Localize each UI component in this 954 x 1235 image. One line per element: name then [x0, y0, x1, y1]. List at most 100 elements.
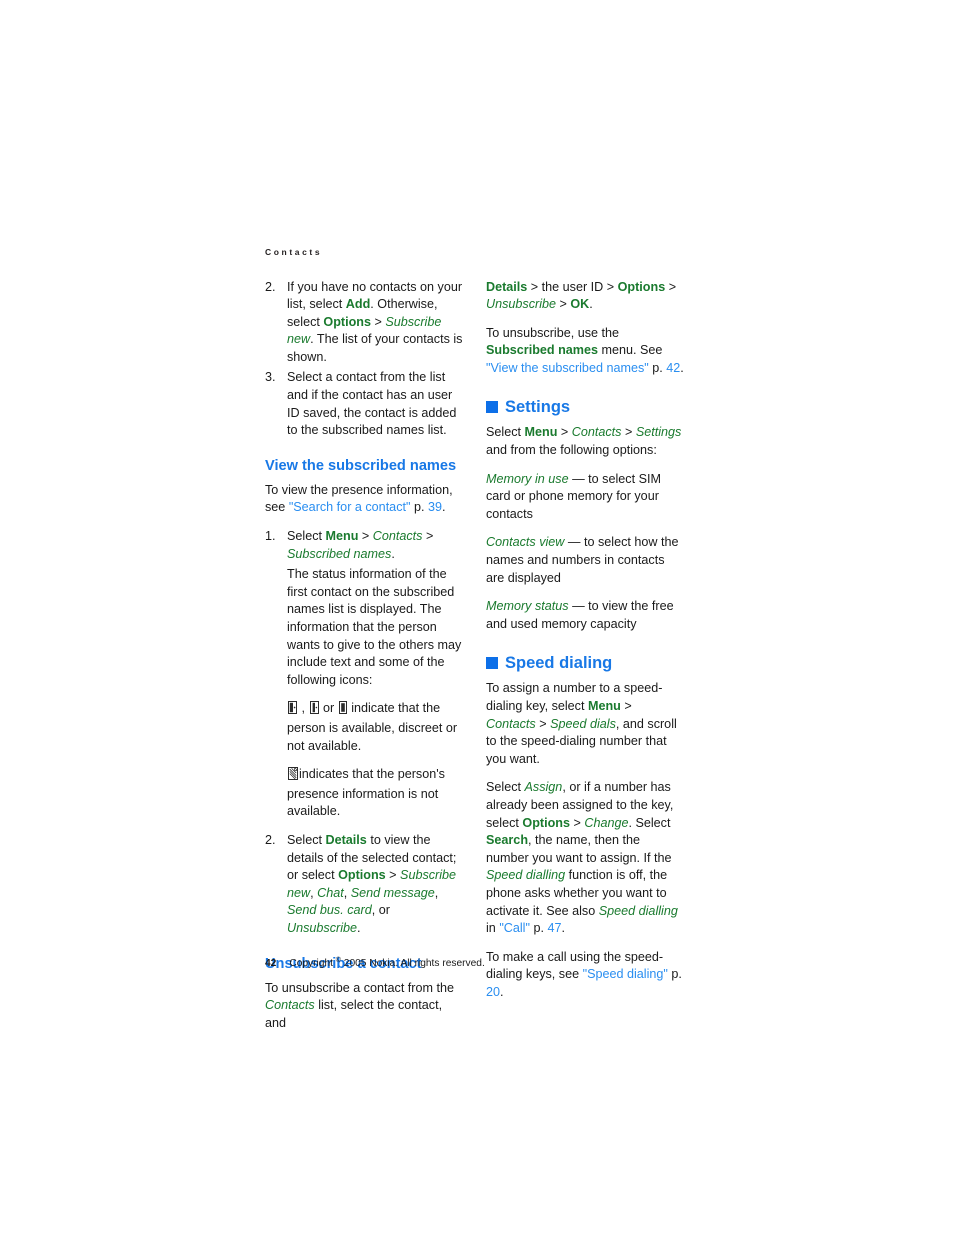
steps-list-details: 2. Select Details to view the details of… — [265, 832, 463, 938]
inline-bold: Subscribed names — [486, 343, 598, 358]
inline-bold: OK — [570, 297, 590, 312]
continuation-paragraph: Details > the user ID > Options > Unsubs… — [486, 279, 677, 312]
inline-link[interactable]: "Search for a contact" — [289, 500, 411, 514]
list-item: 2. Select Details to view the details of… — [265, 832, 463, 938]
inline-bold: Menu — [524, 425, 558, 440]
list-item: 2. If you have no contacts on your list,… — [265, 279, 463, 367]
inline-link[interactable]: "Call" — [499, 921, 530, 935]
inline-bold: Add — [345, 297, 371, 312]
inline-italic: Contacts — [486, 716, 536, 731]
inline-bold: Details — [486, 279, 528, 294]
list-item-text: Select Details to view the details of th… — [287, 832, 457, 935]
list-item-text: Select Menu > Contacts > Subscribed name… — [287, 529, 434, 561]
inline-italic: Speed dialling — [598, 903, 678, 918]
inline-bold: Details — [325, 832, 367, 847]
presence-unknown-icon — [288, 766, 299, 786]
two-column-body: 2. If you have no contacts on your list,… — [265, 279, 685, 1033]
inline-italic: Change — [584, 815, 629, 830]
icon-separator-1: , — [298, 701, 309, 716]
presence-icons-line-2: indicates that the person's presence inf… — [265, 766, 463, 821]
inline-italic: Contacts — [571, 425, 622, 440]
inline-italic: Send bus. card — [287, 903, 372, 918]
inline-bold: Options — [323, 314, 371, 329]
document-page: Contacts 2. If you have no contacts on y… — [265, 248, 685, 1032]
inline-gt: > — [556, 297, 571, 312]
icon-separator-2: or — [319, 701, 338, 716]
speed-dialing-paragraph-2: Select Assign, or if a number has alread… — [486, 780, 678, 936]
view-intro-paragraph: To view the presence information, see "S… — [265, 482, 453, 515]
inline-italic: Contacts view — [486, 535, 565, 550]
inline-italic: Send message — [350, 885, 435, 900]
inline-italic: Chat — [317, 885, 344, 900]
inline-gt: > — [358, 529, 373, 544]
heading-speed-dialing-label: Speed dialing — [505, 654, 613, 673]
inline-gt: > — [370, 314, 386, 329]
inline-gt: > — [665, 279, 677, 294]
list-item-number: 2. — [265, 279, 276, 294]
settings-option-memory-in-use: Memory in use — to select SIM card or ph… — [486, 471, 661, 521]
square-bullet-icon — [486, 657, 498, 670]
speed-dialing-paragraph-3: To make a call using the speed-dialing k… — [486, 949, 682, 999]
inline-italic: Memory status — [486, 599, 569, 614]
heading-speed-dialing: Speed dialing — [486, 653, 684, 673]
inline-gt: > — [569, 815, 585, 830]
list-item: 3. Select a contact from the list and if… — [265, 369, 463, 439]
unsubscribe-note-paragraph: To unsubscribe, use the Subscribed names… — [486, 325, 684, 375]
presence-not-available-icon — [338, 701, 347, 720]
list-item: 1. Select Menu > Contacts > Subscribed n… — [265, 528, 463, 563]
heading-view-subscribed-names: View the subscribed names — [265, 457, 457, 474]
inline-italic: Assign — [524, 780, 563, 795]
heading-settings-label: Settings — [505, 398, 571, 417]
footer-copyright-pre: Copyright — [289, 958, 336, 969]
inline-gt: > — [557, 425, 572, 440]
inline-italic: Speed dialling — [486, 868, 566, 883]
inline-italic: Speed dials — [550, 716, 616, 731]
heading-settings: Settings — [486, 397, 684, 417]
square-bullet-icon — [486, 401, 498, 414]
unsubscribe-body-paragraph: To unsubscribe a contact from the Contac… — [265, 980, 455, 1030]
right-column: Details > the user ID > Options > Unsubs… — [486, 279, 684, 1002]
inline-page[interactable]: 42 — [666, 361, 680, 375]
inline-bold: Options — [522, 815, 570, 830]
inline-bold: Menu — [587, 699, 621, 713]
speed-dialing-paragraph-1: To assign a number to a speed-dialing ke… — [486, 681, 677, 766]
inline-page[interactable]: 39 — [428, 500, 442, 514]
inline-link[interactable]: "View the subscribed names" — [486, 361, 649, 375]
inline-italic: Unsubscribe — [486, 297, 556, 312]
inline-italic: Unsubscribe — [287, 920, 357, 935]
inline-gt: > — [385, 868, 401, 883]
inline-italic: Contacts — [372, 529, 423, 544]
icon-line-2-text: indicates that the person's presence inf… — [287, 767, 445, 819]
settings-option-memory-status: Memory status — to view the free and use… — [486, 599, 674, 631]
inline-gt: > — [535, 716, 551, 731]
page-footer: 42 Copyright © 2005 Nokia. All rights res… — [265, 957, 485, 969]
inline-bold: Options — [617, 279, 666, 294]
inline-gt: > — [621, 425, 636, 440]
list-item-number: 1. — [265, 529, 276, 544]
step1-body-paragraph: The status information of the first cont… — [287, 567, 462, 687]
footer-page-number: 42 — [265, 958, 277, 969]
list-item-text: If you have no contacts on your list, se… — [287, 279, 463, 364]
footer-copyright-post: 2005 Nokia. All rights reserved. — [340, 958, 485, 969]
inline-page[interactable]: 20 — [486, 985, 500, 999]
left-column: 2. If you have no contacts on your list,… — [265, 279, 463, 1033]
steps-list-view: 1. Select Menu > Contacts > Subscribed n… — [265, 528, 463, 563]
inline-bold: Options — [338, 868, 386, 883]
running-header: Contacts — [265, 247, 323, 257]
presence-available-icon — [288, 701, 297, 720]
steps-list-top: 2. If you have no contacts on your list,… — [265, 279, 463, 440]
inline-bold: Menu — [325, 529, 359, 544]
presence-icons-line-1: , or indicate that the person is availab… — [265, 700, 463, 755]
settings-intro-paragraph: Select Menu > Contacts > Settings and fr… — [486, 425, 682, 458]
settings-option-contacts-view: Contacts view — to select how the names … — [486, 535, 679, 585]
list-item-number: 2. — [265, 832, 276, 847]
list-item-number: 3. — [265, 370, 276, 385]
inline-link[interactable]: "Speed dialing" — [583, 967, 668, 981]
inline-italic: Settings — [635, 425, 682, 440]
inline-italic: Subscribed names — [287, 546, 392, 561]
inline-gt: > — [422, 529, 434, 544]
inline-gt: > — [620, 699, 632, 713]
presence-discreet-icon — [309, 701, 319, 720]
inline-italic: Memory in use — [486, 471, 569, 486]
inline-page[interactable]: 47 — [547, 921, 561, 935]
